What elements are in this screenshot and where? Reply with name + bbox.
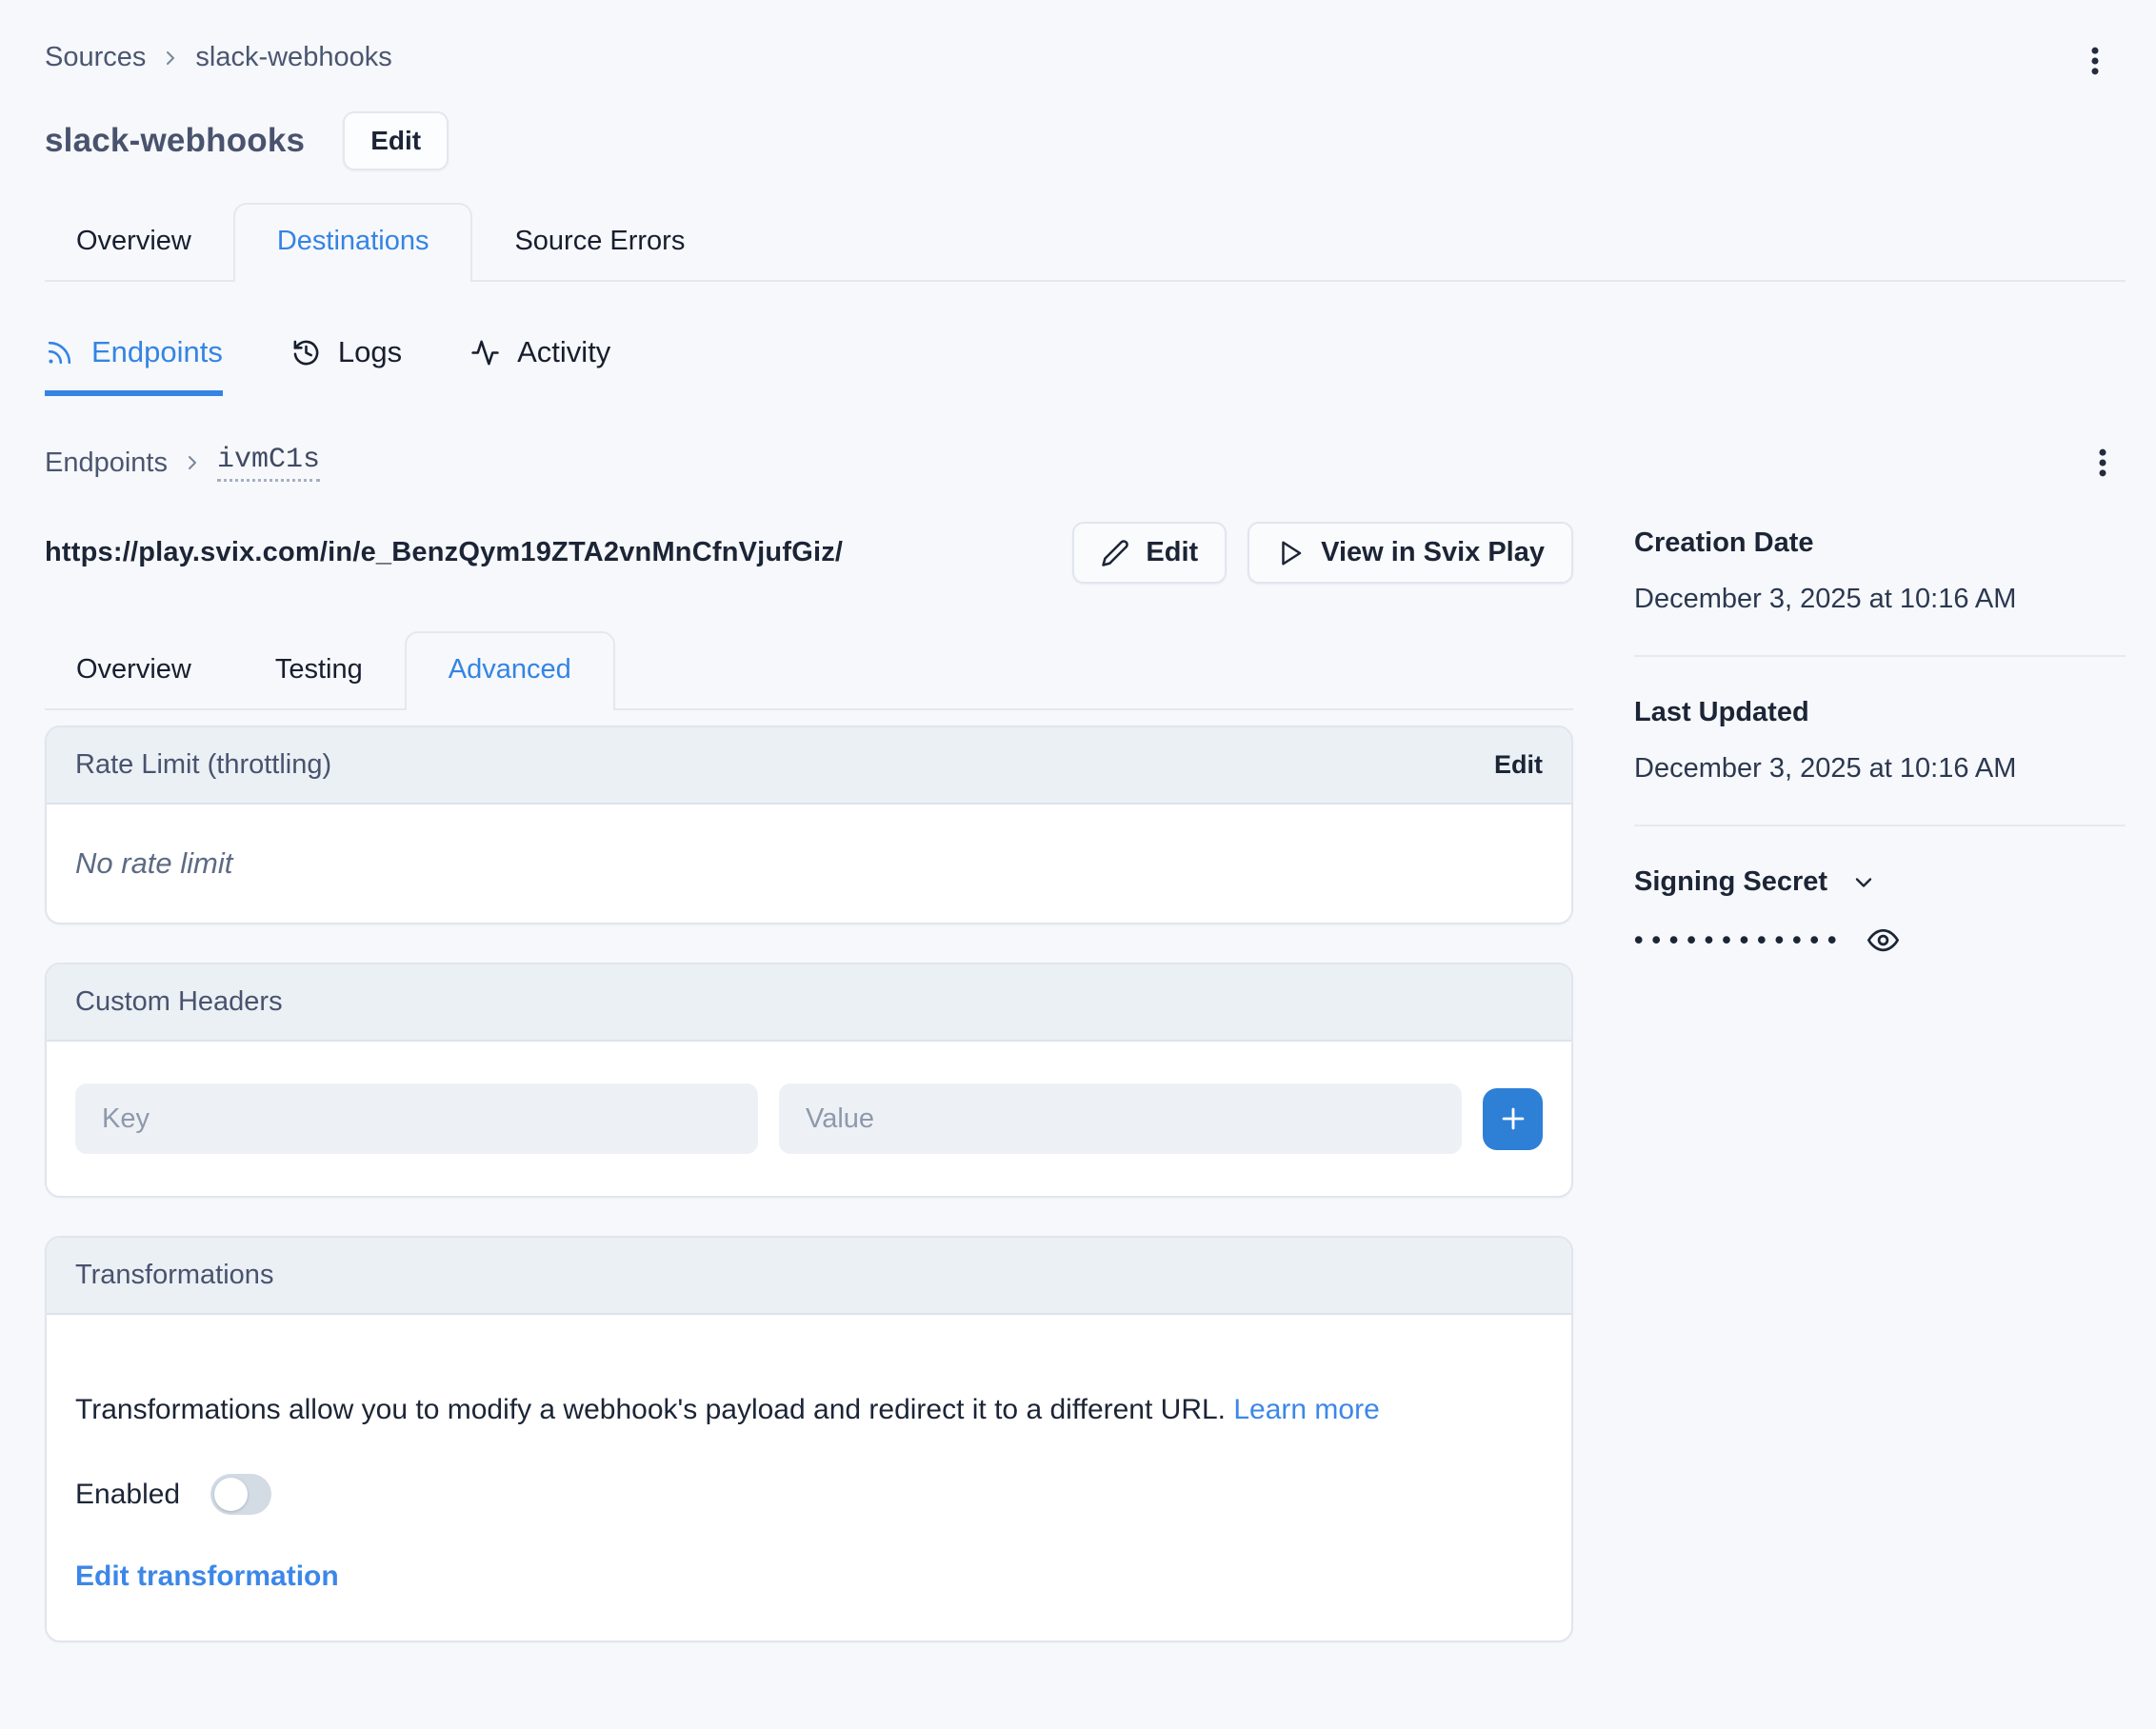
subtab-endpoints-label: Endpoints (91, 335, 223, 369)
tab-destinations[interactable]: Destinations (233, 203, 473, 282)
endpoint-kebab-menu-button[interactable] (2082, 442, 2124, 484)
rate-limit-card-body: No rate limit (47, 805, 1571, 923)
rate-limit-card-header: Rate Limit (throttling) Edit (47, 727, 1571, 805)
endpoint-tab-advanced[interactable]: Advanced (405, 631, 615, 710)
view-in-svix-play-label: View in Svix Play (1321, 537, 1545, 568)
add-header-button[interactable] (1483, 1088, 1543, 1150)
destination-subtabs: Endpoints Logs Activity (45, 335, 2126, 396)
creation-date-value: December 3, 2025 at 10:16 AM (1634, 584, 2126, 615)
endpoint-tab-testing[interactable]: Testing (233, 633, 405, 708)
edit-transformation-link[interactable]: Edit transformation (75, 1560, 1543, 1593)
breadcrumb: Sources slack-webhooks (45, 42, 2126, 73)
title-row: slack-webhooks Edit (45, 111, 2126, 170)
transformations-card: Transformations Transformations allow yo… (45, 1236, 1573, 1642)
toggle-knob (214, 1478, 248, 1511)
transformations-description: Transformations allow you to modify a we… (75, 1385, 1485, 1434)
chevron-right-icon (159, 47, 182, 70)
kebab-icon (2076, 42, 2114, 80)
subtab-logs-label: Logs (338, 335, 402, 369)
chevron-down-icon (1850, 869, 1877, 896)
endpoint-breadcrumb: Endpoints ivmC1s (45, 442, 2126, 484)
learn-more-link[interactable]: Learn more (1233, 1394, 1379, 1425)
pencil-icon (1101, 539, 1129, 567)
source-tabbar: Overview Destinations Source Errors (45, 203, 2126, 282)
plus-icon (1497, 1103, 1529, 1135)
sidebar-divider (1634, 655, 2126, 657)
breadcrumb-sources-link[interactable]: Sources (45, 42, 146, 73)
subtab-activity-label: Activity (517, 335, 610, 369)
tab-source-errors[interactable]: Source Errors (472, 205, 727, 280)
endpoint-edit-button[interactable]: Edit (1072, 522, 1227, 584)
header-value-input[interactable] (779, 1083, 1462, 1154)
view-in-svix-play-button[interactable]: View in Svix Play (1248, 522, 1573, 584)
sidebar-divider (1634, 825, 2126, 826)
custom-headers-card-header: Custom Headers (47, 964, 1571, 1042)
breadcrumb-current: slack-webhooks (195, 42, 391, 73)
subtab-endpoints[interactable]: Endpoints (45, 335, 223, 396)
last-updated-value: December 3, 2025 at 10:16 AM (1634, 753, 2126, 785)
chevron-right-icon (181, 451, 204, 474)
page-title: slack-webhooks (45, 122, 305, 160)
endpoint-breadcrumb-root-link[interactable]: Endpoints (45, 447, 168, 479)
page: Sources slack-webhooks slack-webhooks Ed… (0, 0, 2156, 1729)
endpoint-edit-label: Edit (1146, 537, 1198, 568)
rate-limit-edit-button[interactable]: Edit (1494, 750, 1543, 780)
endpoint-main-column: https://play.svix.com/in/e_BenzQym19ZTA2… (45, 522, 1573, 1642)
custom-headers-form (47, 1042, 1571, 1196)
endpoint-tabbar: Overview Testing Advanced (45, 631, 1573, 710)
pulse-icon (470, 338, 500, 368)
endpoint-tab-overview[interactable]: Overview (45, 633, 233, 708)
signing-secret-masked-value: •••••••••••• (1634, 925, 1845, 955)
endpoint-url-row: https://play.svix.com/in/e_BenzQym19ZTA2… (45, 522, 1573, 584)
transformations-description-text: Transformations allow you to modify a we… (75, 1394, 1233, 1425)
signing-secret-label: Signing Secret (1634, 866, 1827, 898)
last-updated-label: Last Updated (1634, 697, 2126, 728)
endpoint-url: https://play.svix.com/in/e_BenzQym19ZTA2… (45, 537, 843, 568)
transformations-title: Transformations (75, 1260, 273, 1291)
creation-date-label: Creation Date (1634, 527, 2126, 559)
history-clock-icon (291, 338, 321, 368)
endpoint-id[interactable]: ivmC1s (217, 444, 320, 482)
transformations-card-body: Transformations allow you to modify a we… (47, 1315, 1571, 1640)
custom-headers-card: Custom Headers (45, 963, 1573, 1198)
rate-limit-title: Rate Limit (throttling) (75, 749, 331, 781)
rate-limit-card: Rate Limit (throttling) Edit No rate lim… (45, 725, 1573, 924)
tab-overview[interactable]: Overview (45, 205, 233, 280)
subtab-logs[interactable]: Logs (291, 335, 402, 396)
custom-headers-title: Custom Headers (75, 986, 283, 1018)
rss-feed-icon (45, 338, 74, 368)
signing-secret-expander[interactable]: Signing Secret (1634, 866, 2126, 898)
transformation-enabled-toggle[interactable] (210, 1474, 271, 1515)
source-edit-button[interactable]: Edit (343, 111, 449, 170)
endpoint-sidebar: Creation Date December 3, 2025 at 10:16 … (1634, 522, 2126, 1642)
play-icon (1276, 539, 1305, 567)
transformation-enabled-row: Enabled (75, 1474, 1543, 1515)
transformations-card-header: Transformations (47, 1238, 1571, 1315)
page-kebab-menu-button[interactable] (2074, 40, 2116, 82)
rate-limit-empty-text: No rate limit (75, 846, 232, 880)
kebab-icon (2084, 444, 2122, 482)
enabled-label: Enabled (75, 1479, 180, 1511)
eye-icon (1867, 924, 1899, 956)
header-key-input[interactable] (75, 1083, 758, 1154)
signing-secret-row: •••••••••••• (1634, 924, 2126, 956)
subtab-activity[interactable]: Activity (470, 335, 610, 396)
reveal-secret-button[interactable] (1867, 924, 1899, 956)
